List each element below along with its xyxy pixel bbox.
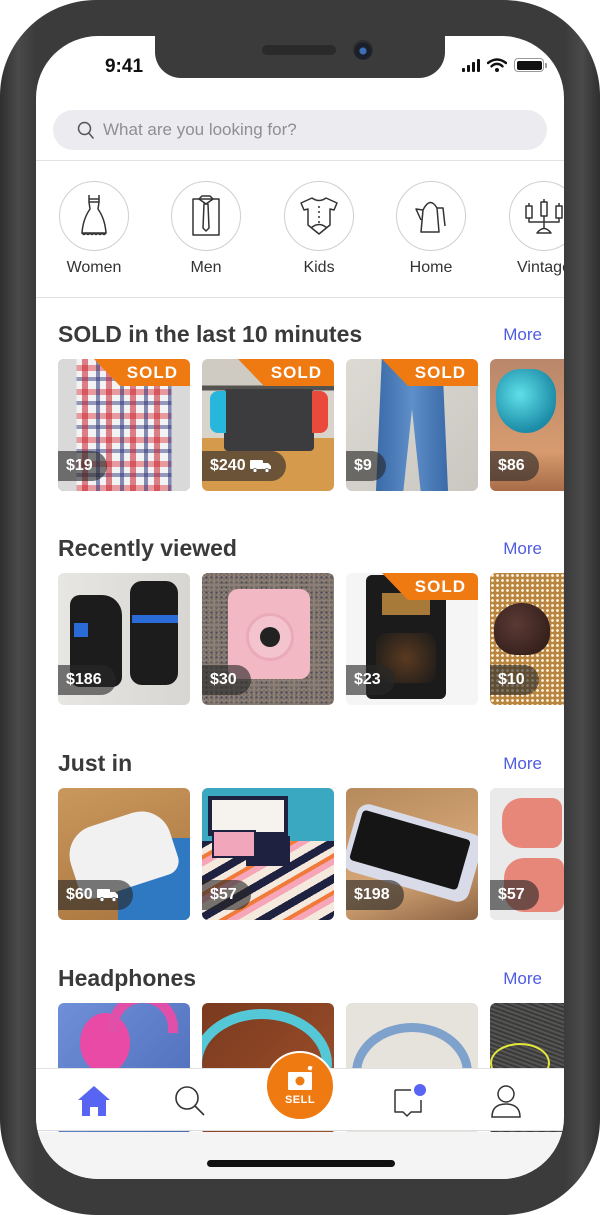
price-text: $186 [66,671,102,688]
product-carousel[interactable]: $60 $57 $198 $57 [58,788,564,922]
price-tag: $23 [346,665,395,695]
product-tile[interactable]: $57 [202,788,334,920]
product-tile[interactable]: $30 [202,573,334,705]
price-tag: $186 [58,665,116,695]
product-carousel[interactable]: SOLD $19 SOLD $240 SOLD $9 $86 [58,359,564,493]
home-indicator[interactable] [207,1160,395,1167]
price-tag: $30 [202,665,251,695]
category-label: Vintage [517,259,564,276]
category-kids[interactable]: Kids [271,181,367,277]
more-link[interactable]: More [503,539,542,559]
product-tile[interactable]: SOLD $9 [346,359,478,491]
chat-bubble-icon [394,1084,426,1117]
candelabra-icon [525,199,563,234]
category-label: Women [66,259,122,276]
section-title: Headphones [58,965,197,991]
nav-inbox[interactable] [390,1083,430,1119]
sell-button[interactable]: SELL [265,1051,335,1121]
product-tile[interactable]: $198 [346,788,478,920]
price-text: $60 [66,886,93,903]
product-tile[interactable]: SOLD $23 [346,573,478,705]
price-tag: $10 [490,665,539,695]
home-icon [78,1086,110,1116]
product-tile[interactable]: $57 [490,788,564,920]
section-just-in: Just in More $60 $57 $198 $57 [36,750,564,950]
onesie-icon [300,197,338,235]
category-label: Men [190,259,222,276]
search-input[interactable] [103,120,503,140]
wifi-icon [487,58,507,72]
free-shipping-truck-icon [96,889,118,902]
search-icon [175,1086,205,1116]
price-tag: $57 [202,880,251,910]
price-text: $19 [66,457,93,474]
status-time: 9:41 [104,56,144,77]
home-indicator-area [36,1132,564,1179]
nav-search[interactable] [170,1083,210,1119]
price-text: $23 [354,671,381,688]
price-text: $86 [498,457,525,474]
dress-icon [81,195,107,236]
price-tag: $9 [346,451,386,481]
shirt-tie-icon [192,195,220,236]
free-shipping-truck-icon [249,460,271,473]
category-label: Home [409,259,453,276]
section-recently-viewed: Recently viewed More $186 $30 SOLD $23 $… [36,535,564,735]
product-tile[interactable]: $86 [490,359,564,491]
nav-home[interactable] [74,1083,114,1119]
price-text: $9 [354,457,372,474]
sell-label: SELL [284,1094,316,1106]
price-text: $198 [354,886,390,903]
product-carousel[interactable]: $186 $30 SOLD $23 $10 [58,573,564,707]
product-tile[interactable]: SOLD $240 [202,359,334,491]
price-text: $30 [210,671,237,688]
section-title: SOLD in the last 10 minutes [58,321,363,347]
signal-icon [462,58,480,72]
price-text: $57 [498,886,525,903]
front-camera [353,40,373,60]
nav-profile[interactable] [486,1083,526,1119]
screen: 9:41 What are you looking for? Women Men… [36,36,564,1179]
section-title: Just in [58,750,133,776]
category-vintage[interactable]: Vintage [496,181,564,277]
speaker [262,45,336,55]
profile-icon [491,1085,521,1118]
price-text: $10 [498,671,525,688]
kettle-icon [415,201,446,233]
search-icon [77,121,95,139]
bottom-nav: SELL [36,1051,564,1131]
price-text: $240 [210,457,246,474]
price-tag: $57 [490,880,539,910]
section-sold-recently: SOLD in the last 10 minutes More SOLD $1… [36,321,564,521]
notification-dot [414,1084,426,1096]
product-tile[interactable]: $10 [490,573,564,705]
status-icons [462,58,547,72]
notch [155,36,445,78]
section-title: Recently viewed [58,535,237,561]
price-tag: $86 [490,451,539,481]
price-tag: $60 [58,880,133,910]
search-bar[interactable] [53,110,547,150]
more-link[interactable]: More [503,325,542,345]
category-home[interactable]: Home [383,181,479,277]
category-women[interactable]: Women [46,181,142,277]
category-strip[interactable]: Women Men Kids Home Vintag [36,161,564,297]
divider [36,297,564,298]
product-tile[interactable]: $186 [58,573,190,705]
price-tag: $19 [58,451,107,481]
camera-icon [288,1066,313,1090]
category-men[interactable]: Men [158,181,254,277]
more-link[interactable]: More [503,754,542,774]
battery-icon [514,58,547,72]
product-tile[interactable]: SOLD $19 [58,359,190,491]
price-tag: $198 [346,880,404,910]
product-tile[interactable]: $60 [58,788,190,920]
price-tag: $240 [202,451,286,481]
more-link[interactable]: More [503,969,542,989]
price-text: $57 [210,886,237,903]
category-label: Kids [303,259,335,276]
